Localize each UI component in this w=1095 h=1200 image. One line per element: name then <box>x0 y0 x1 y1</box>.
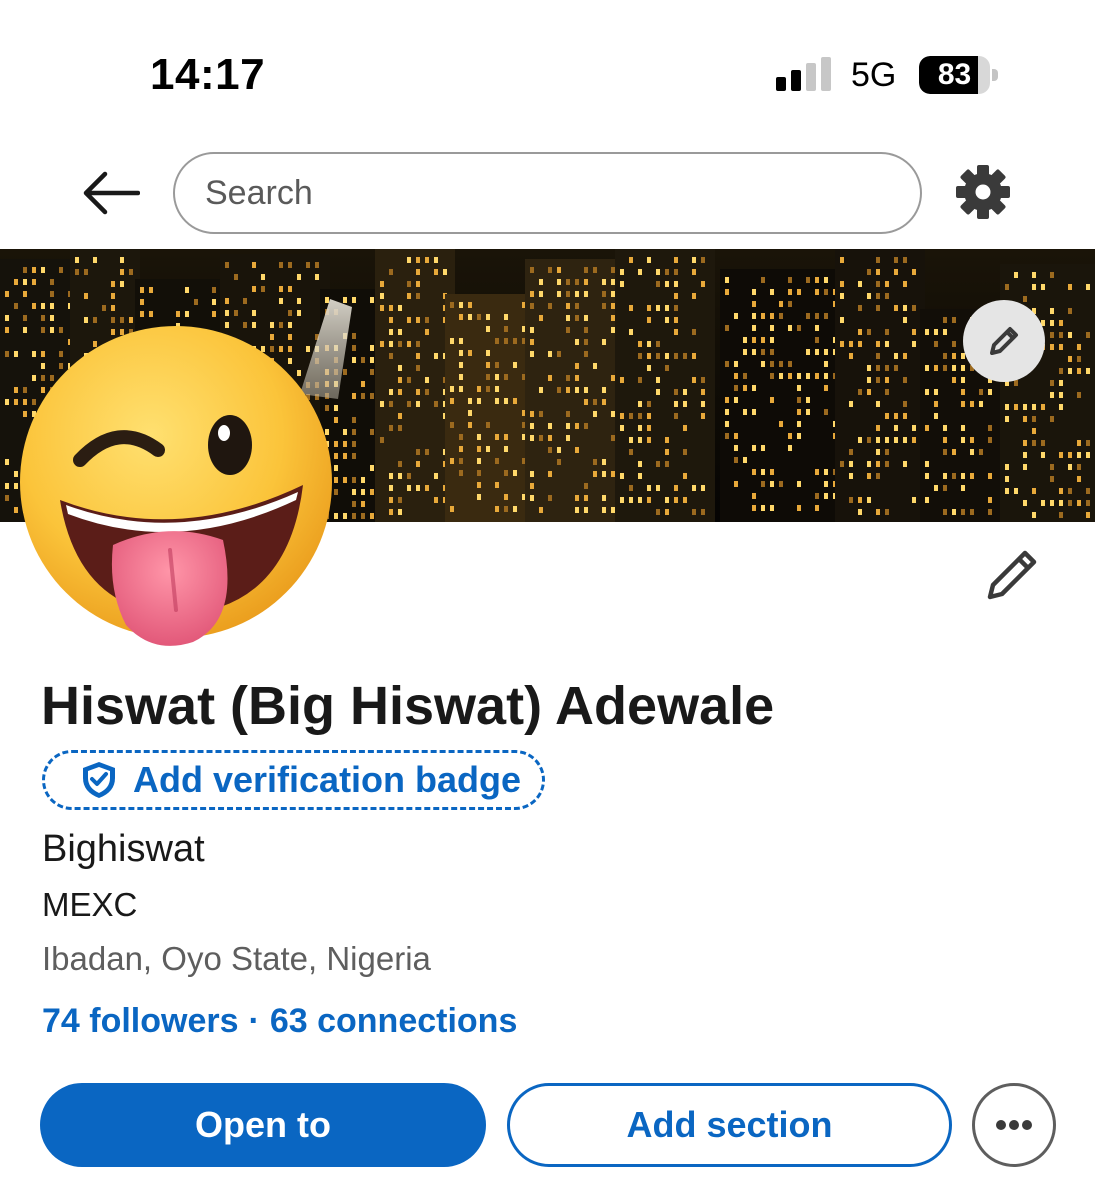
stats-separator: · <box>248 1002 260 1040</box>
pencil-icon <box>990 327 1018 355</box>
shield-check-icon <box>83 762 115 798</box>
pencil-icon <box>987 550 1037 600</box>
network-stats: 74 followers · 63 connections <box>42 1002 517 1041</box>
edit-profile-button[interactable] <box>982 545 1042 605</box>
search-input[interactable] <box>205 173 920 213</box>
profile-location: Ibadan, Oyo State, Nigeria <box>42 940 431 977</box>
edit-banner-button[interactable] <box>963 300 1045 382</box>
profile-company: MEXC <box>42 886 138 923</box>
verification-label: Add verification badge <box>133 759 522 800</box>
back-button[interactable] <box>80 168 142 218</box>
more-options-button[interactable] <box>972 1083 1056 1167</box>
add-section-button[interactable]: Add section <box>507 1083 952 1167</box>
add-verification-badge-button[interactable]: Add verification badge <box>42 750 545 810</box>
search-bar[interactable] <box>173 152 922 234</box>
profile-name: Hiswat (Big Hiswat) Adewale <box>41 676 775 736</box>
profile-headline: Bighiswat <box>42 828 205 870</box>
arrow-left-icon <box>83 171 140 215</box>
cellular-signal-icon <box>776 57 831 91</box>
battery-percent: 83 <box>937 58 972 91</box>
battery-icon: 83 <box>919 56 999 94</box>
gear-icon[interactable] <box>955 164 1011 220</box>
connections-link[interactable]: 63 connections <box>270 1002 518 1040</box>
avatar[interactable] <box>18 320 336 650</box>
followers-link[interactable]: 74 followers <box>42 1002 239 1040</box>
open-to-button[interactable]: Open to <box>40 1083 486 1167</box>
ellipsis-icon <box>996 1120 1032 1130</box>
network-type: 5G <box>851 56 897 94</box>
status-time: 14:17 <box>150 50 266 99</box>
